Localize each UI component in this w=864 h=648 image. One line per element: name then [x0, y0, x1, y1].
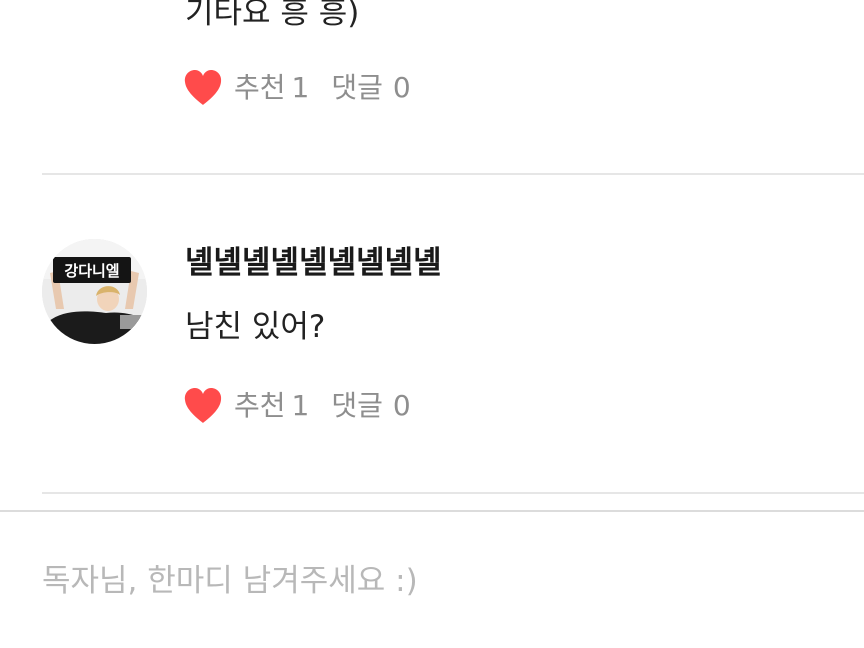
- heart-icon[interactable]: [183, 387, 223, 425]
- comment-divider: [42, 173, 864, 175]
- like-count: 1: [291, 71, 310, 104]
- like-button[interactable]: 추천: [234, 74, 286, 102]
- comment-actions: 추천 1 댓글 0: [183, 386, 411, 426]
- comments-page: 기타요 흥 흥) 추천 1 댓글 0 강다니엘 녤녤녤녤녤녤녤녤녤 남친 있어?…: [0, 0, 864, 648]
- avatar-photo: 강다니엘: [42, 239, 147, 344]
- like-count: 1: [291, 389, 310, 422]
- avatar[interactable]: 강다니엘: [42, 239, 147, 344]
- reply-input[interactable]: [42, 556, 822, 606]
- reply-button[interactable]: 댓글: [331, 392, 383, 420]
- reply-count: 0: [392, 71, 411, 104]
- reply-section-divider: [0, 510, 864, 512]
- heart-icon[interactable]: [183, 69, 223, 107]
- comment-text: 남친 있어?: [185, 309, 326, 345]
- comment-actions: 추천 1 댓글 0: [183, 68, 411, 108]
- comment-text: 기타요 흥 흥): [185, 0, 360, 31]
- comment-author[interactable]: 녤녤녤녤녤녤녤녤녤: [185, 248, 442, 279]
- comment-divider: [42, 492, 864, 494]
- reply-button[interactable]: 댓글: [331, 74, 383, 102]
- avatar-sign-text: 강다니엘: [64, 262, 119, 280]
- reply-count: 0: [392, 389, 411, 422]
- comment-item: [0, 176, 864, 494]
- comment-item: 기타요 흥 흥) 추천 1 댓글 0: [0, 0, 864, 176]
- like-button[interactable]: 추천: [234, 392, 286, 420]
